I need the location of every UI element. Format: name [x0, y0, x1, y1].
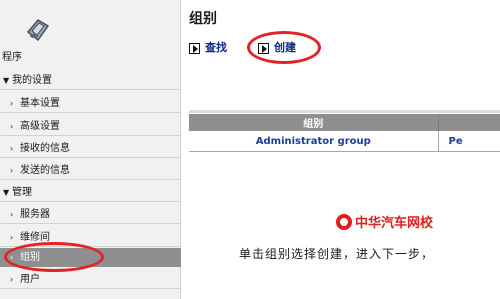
sidebar-item-label: 程序	[2, 52, 22, 63]
sidebar: 程序 ▼ 我的设置 › 基本设置 › 高级设置 › 接收的信息 › 发送的信息 …	[0, 0, 181, 299]
watermark-mark-icon	[336, 213, 352, 230]
sidebar-item-advanced-settings[interactable]: › 高级设置	[0, 117, 181, 136]
chevron-right-icon: ›	[10, 275, 14, 284]
expanded-arrow-icon: ▼	[3, 188, 10, 197]
sidebar-item-sent-messages[interactable]: › 发送的信息	[0, 161, 181, 180]
table-row[interactable]: Administrator group Pe	[189, 131, 500, 152]
chevron-right-icon: ›	[10, 210, 14, 219]
group-name-cell[interactable]: Administrator group	[189, 131, 439, 152]
sidebar-item-label: 发送的信息	[20, 165, 70, 176]
instruction-caption: 单击组别选择创建，进入下一步，	[239, 247, 435, 261]
column-header-group: 组别	[189, 114, 439, 131]
chevron-right-icon: ›	[10, 99, 14, 108]
watermark-text: 中华汽车网校	[355, 216, 434, 231]
find-button-label: 查找	[205, 41, 227, 54]
chevron-right-icon: ›	[10, 253, 14, 262]
sidebar-item-label: 用户	[20, 274, 40, 285]
sidebar-item-users[interactable]: › 用户	[0, 270, 181, 289]
app-logo-icon	[27, 19, 50, 42]
sidebar-item-label: 基本设置	[20, 98, 60, 109]
chevron-right-icon: ›	[10, 144, 14, 153]
sidebar-item-label: 接收的信息	[20, 143, 70, 154]
chevron-right-icon: ›	[10, 122, 14, 131]
sidebar-item-label: 组别	[20, 252, 40, 263]
sidebar-section-my-settings[interactable]: ▼ 我的设置	[0, 71, 181, 90]
create-button-label: 创建	[274, 41, 296, 54]
sidebar-item-label: 维修间	[20, 232, 50, 243]
sidebar-item-workshops[interactable]: › 维修间	[0, 228, 181, 247]
create-button[interactable]: 创建	[258, 40, 296, 56]
watermark-logo: 中华汽车网校	[336, 212, 433, 231]
play-arrow-icon	[258, 42, 269, 54]
find-button[interactable]: 查找	[189, 40, 227, 56]
expanded-arrow-icon: ▼	[3, 76, 10, 85]
sidebar-item-label: 管理	[12, 187, 32, 198]
sidebar-item-groups[interactable]: › 组别	[0, 248, 181, 267]
sidebar-item-label: 服务器	[20, 209, 50, 220]
chevron-right-icon: ›	[10, 166, 14, 175]
groups-table-container: 组别 Administrator group Pe	[189, 114, 500, 152]
sidebar-item-basic-settings[interactable]: › 基本设置	[0, 94, 181, 113]
sidebar-section-manage[interactable]: ▼ 管理	[0, 183, 181, 202]
table-divider	[189, 110, 500, 113]
sidebar-item-program[interactable]: 程序	[2, 48, 172, 67]
table-header-row: 组别	[189, 114, 500, 131]
chevron-right-icon: ›	[10, 233, 14, 242]
groups-table: 组别 Administrator group Pe	[189, 114, 500, 152]
column-header-blank	[438, 114, 500, 131]
sidebar-item-servers[interactable]: › 服务器	[0, 205, 181, 224]
play-arrow-icon	[189, 42, 200, 54]
sidebar-item-label: 高级设置	[20, 121, 60, 132]
group-secondary-cell: Pe	[438, 131, 500, 152]
sidebar-item-label: 我的设置	[12, 75, 52, 86]
page-title: 组别	[189, 11, 217, 27]
sidebar-item-received-messages[interactable]: › 接收的信息	[0, 139, 181, 158]
